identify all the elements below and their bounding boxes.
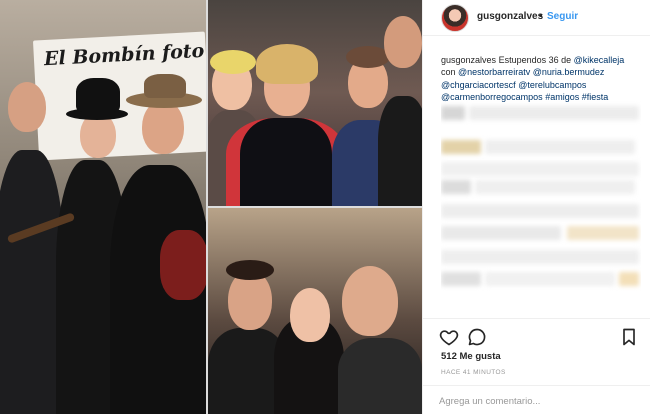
guitar [160, 230, 206, 300]
blurred-comment [485, 140, 635, 154]
caption-mention[interactable]: @nuria.bermudez [533, 67, 605, 77]
blurred-comment [475, 180, 635, 194]
blurred-comment [619, 272, 639, 286]
blurred-comment [485, 272, 615, 286]
heart-icon[interactable] [439, 327, 459, 347]
follow-button[interactable]: Seguir [547, 11, 578, 22]
blurred-comment [441, 106, 465, 120]
post-timestamp[interactable]: HACE 41 MINUTOS [441, 369, 506, 376]
post-actions: 512 Me gusta HACE 41 MINUTOS [423, 318, 650, 414]
photo-left: El Bombín foto [0, 0, 206, 414]
avatar[interactable] [441, 4, 469, 32]
blurred-comment [441, 180, 471, 194]
blurred-comment [441, 250, 639, 264]
caption-connector: con [441, 67, 456, 78]
blurred-comment [441, 272, 481, 286]
caption-text: Estupendos 36 de [498, 55, 572, 65]
photo-top-right [208, 0, 422, 206]
blurred-comments [441, 100, 641, 310]
separator-dot: • [539, 11, 543, 22]
bookmark-icon[interactable] [619, 327, 639, 347]
post-header: gusgonzalves • Seguir [423, 0, 650, 36]
blurred-comment [469, 106, 639, 120]
caption-mention[interactable]: @chgarciacortescf [441, 80, 516, 90]
likes-count[interactable]: 512 Me gusta [441, 351, 501, 362]
caption-mention[interactable]: @terelubcampos [518, 80, 586, 90]
caption-mention[interactable]: @nestorbarreiratv [458, 67, 530, 77]
blurred-comment [441, 226, 561, 240]
caption-username[interactable]: gusgonzalves [441, 55, 496, 65]
post-sidebar: gusgonzalves • Seguir gusgonzalves Estup… [422, 0, 650, 414]
post-caption: gusgonzalves Estupendos 36 de @kikecalle… [441, 54, 641, 104]
blurred-comment [567, 226, 639, 240]
caption-mention[interactable]: @kikecalleja [574, 55, 625, 65]
blurred-comment [441, 162, 639, 176]
username-link[interactable]: gusgonzalves [477, 11, 543, 22]
comment-bar [423, 385, 650, 414]
photo-bottom-right [208, 208, 422, 414]
blurred-comment [441, 140, 481, 154]
comment-input[interactable] [439, 393, 639, 409]
blurred-comment [441, 204, 639, 218]
comment-bubble-icon[interactable] [467, 327, 487, 347]
post-media[interactable]: El Bombín foto [0, 0, 422, 414]
